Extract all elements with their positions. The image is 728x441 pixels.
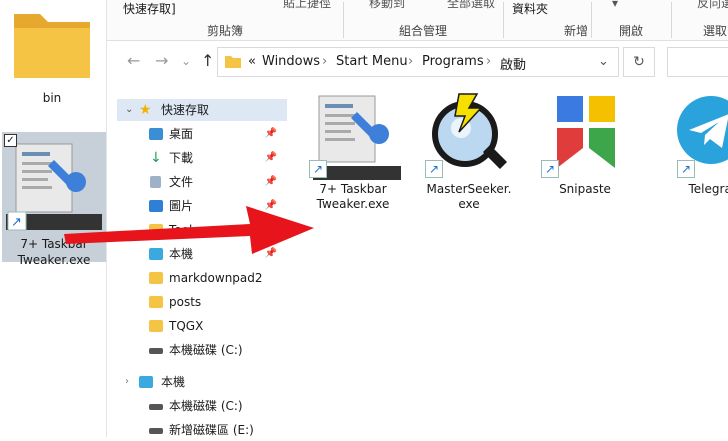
- back-arrow-icon[interactable]: ←: [127, 51, 140, 70]
- chevron-down-icon[interactable]: ⌄: [598, 54, 609, 69]
- sidebar-item-tqgx[interactable]: TQGX: [117, 315, 287, 337]
- drive-icon: [149, 428, 163, 434]
- ribbon-group-new: 新增: [564, 24, 589, 38]
- desktop-item-label: bin: [42, 91, 62, 105]
- desktop-icon: [149, 128, 163, 140]
- sidebar-item-this-pc[interactable]: › 本機: [117, 371, 287, 393]
- sidebar-item-label: TQGX: [169, 319, 204, 333]
- sidebar-item-label: 本機磁碟 (C:): [169, 343, 243, 357]
- file-list: ↗ 7+ Taskbar Tweaker.exe ↗ MasterSeeker.…: [292, 82, 728, 437]
- sidebar-item-drive-e[interactable]: 新增磁碟區 (E:): [117, 419, 287, 441]
- sidebar-item-label: 本機磁碟 (C:): [169, 399, 243, 413]
- document-icon: [150, 176, 161, 188]
- sidebar-item-label: 新增磁碟區 (E:): [169, 423, 254, 437]
- breadcrumb-overflow[interactable]: «: [248, 54, 256, 69]
- folder-icon: [149, 320, 163, 332]
- monitor-icon: [139, 376, 153, 388]
- shortcut-arrow-icon: ↗: [677, 160, 695, 178]
- breadcrumb-start-menu[interactable]: Start Menu: [336, 54, 408, 69]
- ribbon-group-clipboard: 剪貼簿: [207, 24, 244, 38]
- breadcrumb-programs[interactable]: Programs: [422, 54, 484, 69]
- folder-icon: [225, 56, 241, 68]
- download-icon: ↓: [150, 150, 162, 166]
- ribbon-select-all[interactable]: 全部選取: [447, 0, 495, 11]
- search-input[interactable]: [667, 47, 728, 77]
- folder-icon: [14, 14, 90, 78]
- forward-arrow-icon[interactable]: →: [155, 51, 168, 70]
- file-name-line2: exe: [458, 197, 480, 211]
- ribbon-new-folder[interactable]: 資料夾: [512, 0, 548, 17]
- desktop-item-bin[interactable]: bin: [0, 0, 104, 118]
- sidebar-item-downloads[interactable]: ↓ 下載 📌: [117, 147, 287, 169]
- sidebar-item-desktop[interactable]: 桌面 📌: [117, 123, 287, 145]
- shortcut-arrow-icon: ↗: [425, 160, 443, 178]
- breadcrumb-separator: ›: [408, 54, 414, 69]
- refresh-button[interactable]: ↻: [623, 47, 655, 77]
- up-arrow-icon[interactable]: ↑: [201, 51, 214, 70]
- sidebar-item-label: 下載: [169, 151, 194, 165]
- navigation-bar: ← → ⌄ ↑ « Windows › Start Menu › Program…: [107, 41, 728, 81]
- breadcrumb-startup[interactable]: 啟動: [500, 54, 526, 73]
- ribbon: 快速存取] 貼上捷徑 移動到 全部選取 資料夾 反向選 剪貼簿 組合管理 新增 …: [107, 0, 728, 41]
- annotation-arrow-icon: [64, 206, 314, 254]
- selection-checkbox[interactable]: ✓: [4, 134, 17, 147]
- ribbon-separator: [671, 2, 672, 38]
- star-icon: ★: [139, 102, 152, 118]
- file-name-line1: Telegram: [688, 182, 728, 196]
- ribbon-group-organize: 組合管理: [399, 24, 448, 38]
- ribbon-separator: [591, 2, 592, 38]
- file-item-snipaste[interactable]: ↗ Snipaste: [530, 92, 640, 197]
- sidebar-item-label: 快速存取: [161, 103, 210, 117]
- file-name-line1: MasterSeeker.: [426, 182, 512, 196]
- svg-text:↗: ↗: [11, 215, 22, 230]
- chevron-down-icon[interactable]: ⌄: [181, 54, 191, 68]
- sidebar-item-label: markdownpad2: [169, 271, 263, 285]
- sidebar-item-quick-access[interactable]: ⌄ ★ 快速存取: [117, 99, 287, 121]
- address-bar[interactable]: « Windows › Start Menu › Programs › 啟動 ⌄: [217, 47, 619, 77]
- shortcut-arrow-icon: ↗: [541, 160, 559, 178]
- drive-icon: [149, 348, 163, 354]
- pin-icon[interactable]: 📌: [265, 147, 277, 169]
- ribbon-separator: [503, 2, 504, 38]
- sidebar-item-label: 本機: [161, 375, 186, 389]
- ribbon-quick-access[interactable]: 快速存取]: [123, 0, 176, 17]
- breadcrumb-windows[interactable]: Windows: [262, 54, 320, 69]
- breadcrumb-separator: ›: [322, 54, 328, 69]
- file-item-masterseeker[interactable]: ↗ MasterSeeker. exe: [414, 92, 524, 212]
- drive-icon: [149, 404, 163, 410]
- pin-icon[interactable]: 📌: [265, 123, 277, 145]
- folder-icon: [149, 296, 163, 308]
- sidebar-item-drive-c-pinned[interactable]: 本機磁碟 (C:): [117, 339, 287, 361]
- chevron-down-icon[interactable]: ▾: [612, 0, 618, 10]
- ribbon-invert-selection[interactable]: 反向選: [697, 0, 728, 11]
- file-name-line1: Snipaste: [559, 182, 611, 196]
- ribbon-move-to[interactable]: 移動到: [369, 0, 405, 11]
- sidebar-item-drive-c[interactable]: 本機磁碟 (C:): [117, 395, 287, 417]
- chevron-down-icon[interactable]: ⌄: [125, 99, 133, 121]
- ribbon-group-open: 開啟: [619, 24, 644, 38]
- folder-icon: [149, 272, 163, 284]
- file-item-telegram[interactable]: ↗ Telegram: [646, 92, 728, 197]
- sidebar-item-posts[interactable]: posts: [117, 291, 287, 313]
- ribbon-separator: [343, 2, 344, 38]
- sidebar-item-label: posts: [169, 295, 202, 309]
- sidebar-item-markdownpad2[interactable]: markdownpad2: [117, 267, 287, 289]
- shortcut-arrow-icon: ↗: [309, 160, 327, 178]
- breadcrumb-separator: ›: [486, 54, 492, 69]
- chevron-right-icon[interactable]: ›: [125, 371, 129, 393]
- sidebar-item-label: 桌面: [169, 127, 194, 141]
- ribbon-paste-shortcut[interactable]: 貼上捷徑: [283, 0, 331, 11]
- ribbon-group-select: 選取: [703, 24, 728, 38]
